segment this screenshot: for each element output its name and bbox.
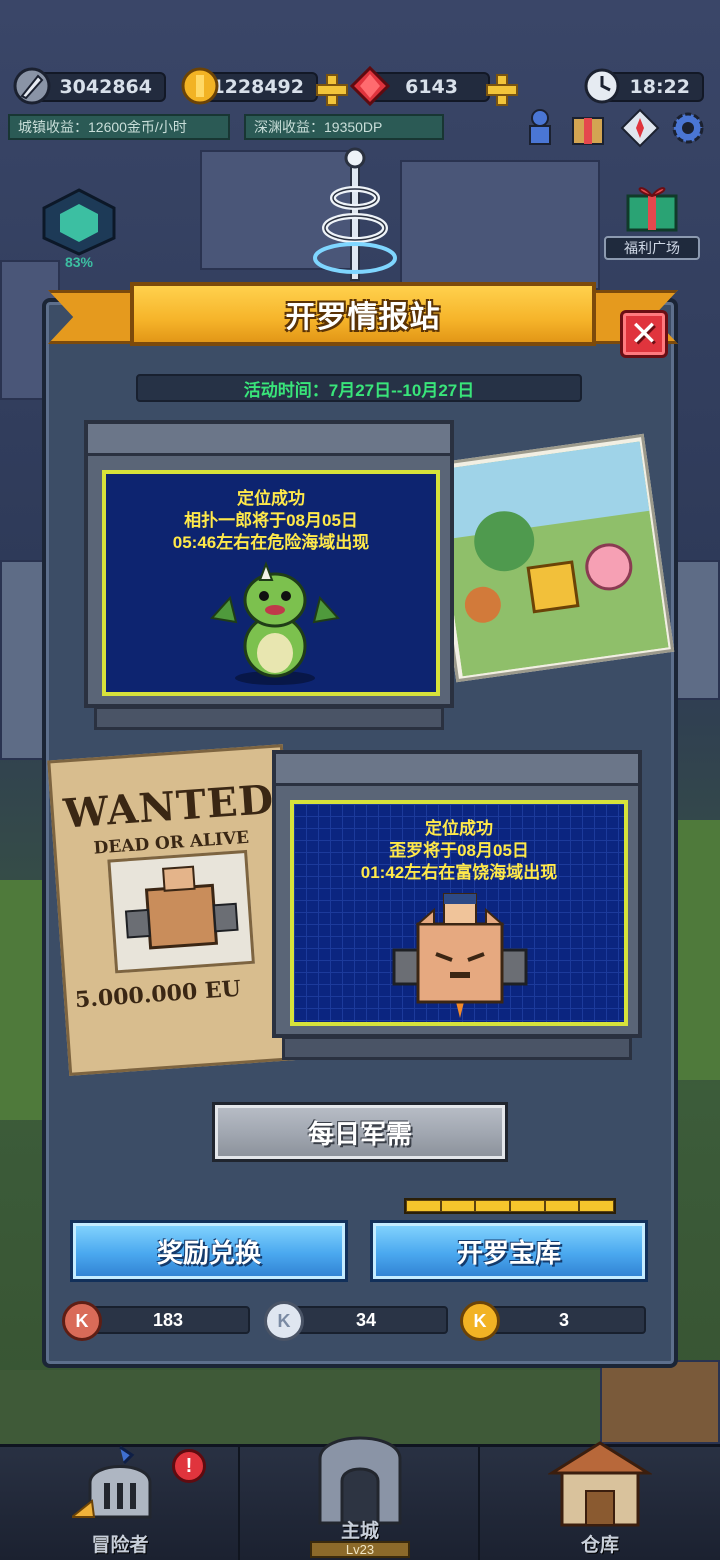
dragon-boss-icon — [210, 561, 340, 685]
gold-token-icon: K — [460, 1301, 500, 1341]
gold-value: 1228492 — [211, 76, 304, 98]
close-button[interactable]: ✕ — [620, 310, 668, 358]
wanted-portrait — [107, 849, 255, 974]
event-button[interactable] — [566, 106, 610, 150]
heroes-button[interactable] — [518, 106, 562, 150]
box-robot-portrait-icon — [124, 865, 239, 950]
power-icon — [13, 67, 51, 105]
red-gem-icon — [350, 66, 390, 106]
silver-token-counter: 34 — [284, 1306, 448, 1334]
clock-value: 18:22 — [629, 76, 690, 98]
kairo-vault-button[interactable]: 开罗宝库 — [370, 1220, 648, 1282]
characters-photo — [425, 433, 675, 683]
intel-screen-1: 定位成功 相扑一郎将于08月05日 05:46左右在危险海域出现 — [102, 470, 440, 696]
intel-screen-2: 定位成功 歪罗将于08月05日 01:42左右在富饶海域出现 — [290, 800, 628, 1026]
silver-token-icon: K — [264, 1301, 304, 1341]
gear-icon — [672, 112, 704, 144]
bronze-token-counter: 183 — [86, 1306, 250, 1334]
clock-icon — [584, 68, 620, 104]
supply-progress-bar — [404, 1198, 616, 1214]
map-button[interactable] — [618, 106, 662, 150]
main-city-level-badge: Lv23 — [310, 1541, 410, 1558]
characters-illustration — [433, 441, 669, 677]
cube-icon — [42, 188, 116, 256]
compass-icon — [620, 108, 660, 148]
nav-warehouse[interactable]: 仓库 — [480, 1441, 720, 1560]
bronze-token-icon: K — [62, 1301, 102, 1341]
radar-tower-icon — [313, 147, 397, 281]
cube-percent: 83% — [64, 254, 94, 270]
dialog-title-ribbon: 开罗情报站 — [48, 282, 678, 352]
welfare-plaza-button[interactable]: 福利广场 — [604, 182, 700, 266]
bounty-amount: 5.000.000 EU — [74, 975, 242, 1014]
knight-helmet-icon — [72, 1445, 152, 1519]
gold-token-counter: 3 — [482, 1306, 646, 1334]
castle-gate-icon — [318, 1436, 402, 1525]
wanted-poster: WANTED DEAD OR ALIVE 5.000.000 EU — [47, 744, 305, 1076]
nav-adventurer[interactable]: ! 冒险者 — [0, 1445, 240, 1560]
power-value: 3042864 — [59, 76, 152, 98]
alert-badge-icon: ! — [172, 1449, 206, 1483]
heroes-icon — [529, 109, 551, 145]
dialog-title: 开罗情报站 — [285, 301, 441, 334]
gold-coin-icon — [181, 67, 219, 105]
report-2-text: 定位成功 歪罗将于08月05日 01:42左右在富饶海域出现 — [360, 819, 558, 882]
gem-value: 6143 — [405, 76, 458, 98]
reward-exchange-button[interactable]: 奖励兑换 — [70, 1220, 348, 1282]
town-income-label: 城镇收益：12600金币/小时 — [8, 114, 230, 140]
settings-button[interactable] — [666, 106, 710, 150]
warehouse-icon — [548, 1441, 652, 1527]
close-icon: ✕ — [629, 315, 659, 353]
box-robot-boss-icon — [392, 893, 528, 1018]
abyss-income-label: 深渊收益：19350DP — [244, 114, 444, 140]
daily-supply-button[interactable]: 每日军需 — [212, 1102, 508, 1162]
event-time-banner: 活动时间：7月27日--10月27日 — [136, 374, 582, 402]
intel-monitor-1: 定位成功 相扑一郎将于08月05日 05:46左右在危险海域出现 — [84, 420, 454, 730]
cube-progress-button[interactable]: 83% — [38, 186, 120, 276]
event-box-icon — [572, 117, 604, 145]
intel-monitor-2: 定位成功 歪罗将于08月05日 01:42左右在富饶海域出现 — [272, 750, 642, 1060]
gift-icon — [626, 187, 678, 232]
add-gold-button[interactable] — [316, 74, 348, 106]
add-gem-button[interactable] — [486, 74, 518, 106]
power-counter: 3042864 — [36, 72, 166, 102]
welfare-plaza-label: 福利广场 — [604, 236, 700, 260]
report-1-text: 定位成功 相扑一郎将于08月05日 05:46左右在危险海域出现 — [172, 489, 370, 552]
